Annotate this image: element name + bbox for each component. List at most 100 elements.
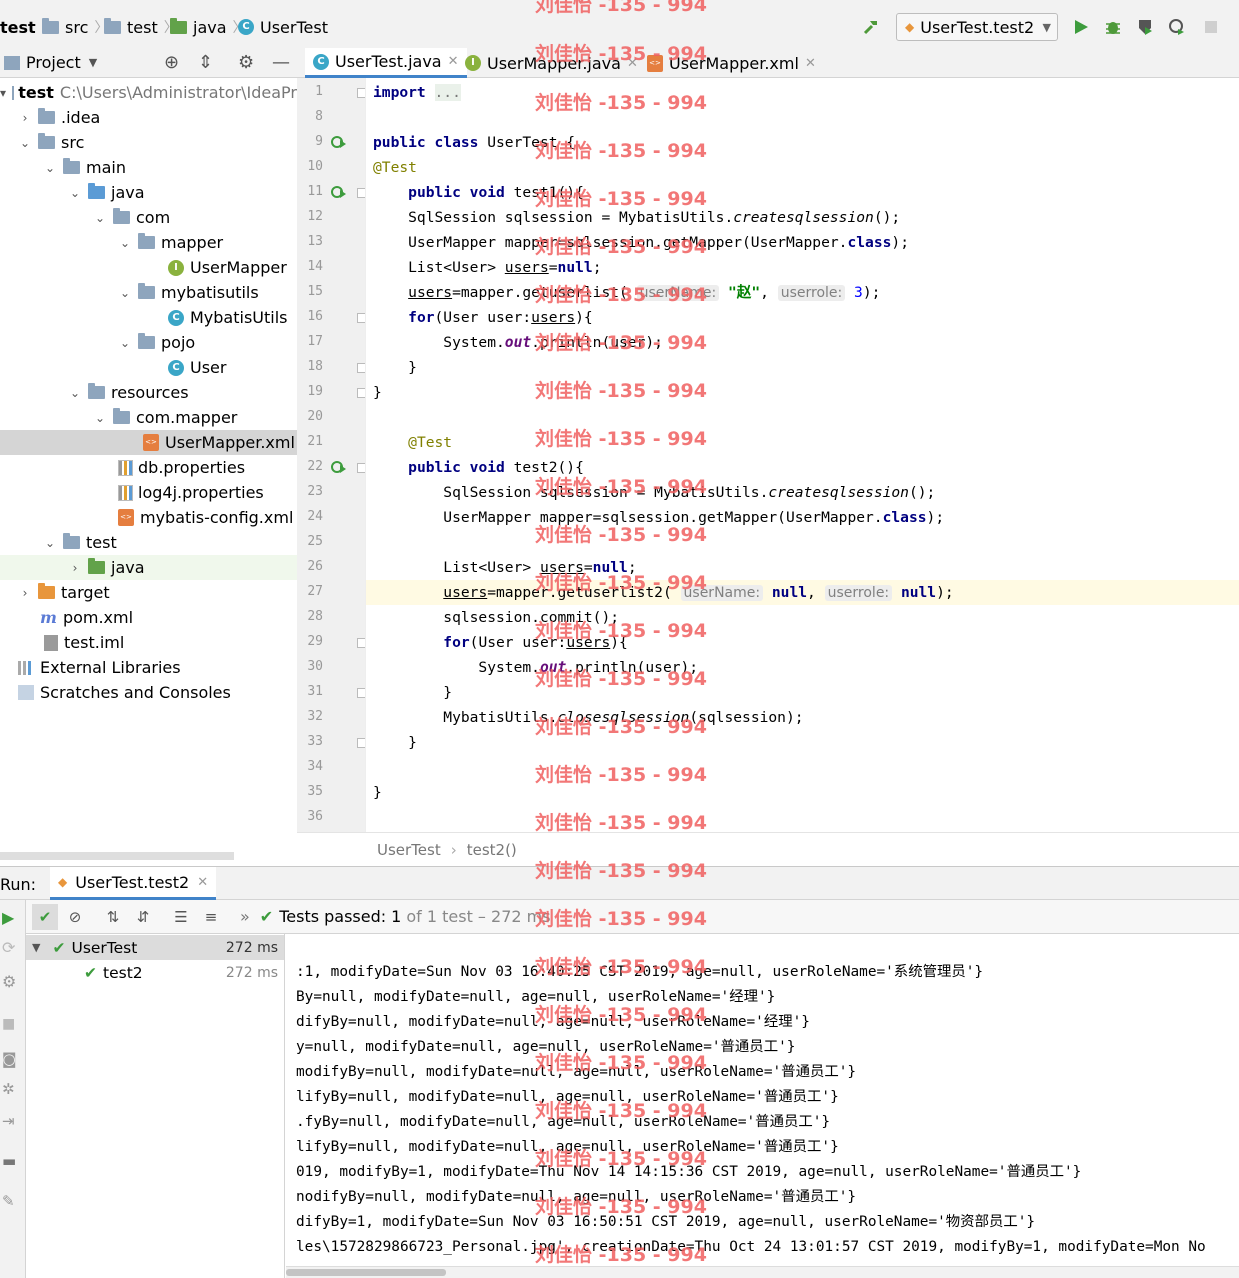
tree-item-db-properties[interactable]: db.properties	[0, 455, 297, 480]
folder-icon	[38, 133, 55, 149]
tree-item-test[interactable]: ⌄ test	[0, 530, 297, 555]
stop-icon[interactable]: ■	[2, 1016, 15, 1032]
tab-usermapper-xml[interactable]: <> UserMapper.xml ✕	[639, 48, 824, 78]
tree-item-pojo[interactable]: ⌄ pojo	[0, 330, 297, 355]
run-configuration-select[interactable]: ◆ UserTest.test2 ▼	[896, 13, 1058, 41]
settings-icon[interactable]: ✲	[2, 1080, 15, 1098]
more-icon[interactable]: »	[240, 907, 250, 926]
run-tab[interactable]: ◆ UserTest.test2 ✕	[50, 867, 217, 900]
tab-usermapper-java[interactable]: I UserMapper.java ✕	[457, 48, 646, 78]
toggle-auto-test-icon[interactable]: ⚙	[2, 972, 16, 991]
class-icon: C	[238, 19, 254, 35]
close-icon[interactable]: ✕	[197, 875, 208, 890]
show-passed-icon[interactable]: ✔	[32, 903, 58, 930]
scrollbar-thumb[interactable]	[286, 1269, 446, 1276]
line-number: 17	[307, 334, 323, 349]
close-icon[interactable]: ✕	[805, 56, 816, 71]
expand-all-icon[interactable]: ☰	[168, 904, 194, 930]
export-icon[interactable]: ⇥	[2, 1112, 15, 1130]
sort-by-duration-icon[interactable]: ⇵	[130, 904, 156, 930]
tab-label: UserTest.java	[335, 52, 442, 71]
build-hammer-icon[interactable]	[862, 18, 880, 36]
breadcrumb-method[interactable]: test2()	[467, 841, 517, 859]
horizontal-scrollbar[interactable]	[286, 1266, 1239, 1278]
collapse-all-icon[interactable]: ⇕	[198, 52, 213, 73]
tree-item-idea[interactable]: › .idea	[0, 105, 297, 130]
tab-usertest-java[interactable]: C UserTest.java ✕	[305, 48, 467, 78]
run-test-icon[interactable]	[331, 134, 347, 150]
tree-item-label: java	[111, 558, 145, 577]
tree-item-usermapper[interactable]: I UserMapper	[0, 255, 297, 280]
tree-item-test-java[interactable]: › java	[0, 555, 297, 580]
gear-icon[interactable]: ⚙	[238, 52, 254, 73]
rerun-icon[interactable]: ▶	[2, 908, 14, 927]
tree-item-resources[interactable]: ⌄ resources	[0, 380, 297, 405]
console-output[interactable]: :1, modifyDate=Sun Nov 03 16:40:25 CST 2…	[286, 934, 1239, 1278]
breadcrumb-usertest[interactable]: C UserTest	[238, 16, 328, 38]
collapse-all-icon[interactable]: ≡	[198, 904, 224, 930]
run-window-header: Run: ◆ UserTest.test2 ✕	[0, 866, 1239, 900]
code-line: System.out.println(user);	[373, 334, 663, 351]
tree-item-mybatisutils[interactable]: C MybatisUtils	[0, 305, 297, 330]
line-number: 30	[307, 659, 323, 674]
folded-imports[interactable]: ...	[434, 84, 461, 101]
libraries-icon	[18, 660, 34, 675]
tree-item-label: com.mapper	[136, 408, 238, 427]
run-icon[interactable]	[1072, 18, 1090, 36]
debug-icon[interactable]	[1104, 18, 1122, 36]
package-icon	[138, 233, 155, 249]
rerun-failed-icon[interactable]: ⟳	[2, 938, 15, 957]
profile-icon[interactable]	[1168, 18, 1186, 36]
code-editor[interactable]: import ... public class UserTest { @Test…	[365, 78, 1239, 832]
hide-icon[interactable]: —	[272, 52, 290, 73]
tree-item-com[interactable]: ⌄ com	[0, 205, 297, 230]
tree-item-external-libraries[interactable]: External Libraries	[0, 655, 297, 680]
project-panel-title[interactable]: Project	[26, 53, 81, 72]
code-line: }	[373, 359, 417, 376]
tree-item-user[interactable]: C User	[0, 355, 297, 380]
tree-item-iml[interactable]: test.iml	[0, 630, 297, 655]
code-line: import ...	[373, 80, 461, 105]
test-suite-row[interactable]: ▼ ✔ UserTest 272 ms	[26, 935, 284, 960]
tree-item-com-mapper[interactable]: ⌄ com.mapper	[0, 405, 297, 430]
line-number: 1	[315, 84, 323, 99]
show-ignored-icon[interactable]: ⊘	[62, 904, 88, 930]
pin-icon[interactable]: ✎	[2, 1192, 15, 1210]
tree-item-scratches[interactable]: Scratches and Consoles	[0, 680, 297, 705]
chevron-down-icon[interactable]: ▼	[89, 56, 97, 69]
code-line: public class UserTest {	[373, 134, 576, 151]
tree-item-mapper[interactable]: ⌄ mapper	[0, 230, 297, 255]
test-case-row[interactable]: ✔ test2 272 ms	[26, 960, 284, 985]
tree-item-main[interactable]: ⌄ main	[0, 155, 297, 180]
tree-item-module[interactable]: ▾ test C:\Users\Administrator\IdeaPr	[0, 80, 297, 105]
tree-item-target[interactable]: › target	[0, 580, 297, 605]
breadcrumb-class[interactable]: UserTest	[377, 841, 441, 859]
tab-label: UserMapper.java	[487, 53, 621, 73]
tree-item-mybatisutils-pkg[interactable]: ⌄ mybatisutils	[0, 280, 297, 305]
layout-icon[interactable]: ▬	[2, 1152, 16, 1170]
sort-alphabetically-icon[interactable]: ⇅	[100, 904, 126, 930]
tree-item-log4j-properties[interactable]: log4j.properties	[0, 480, 297, 505]
tree-item-java[interactable]: ⌄ java	[0, 180, 297, 205]
tree-item-label: Scratches and Consoles	[40, 683, 231, 702]
interface-icon: I	[465, 55, 481, 71]
tree-item-usermapper-xml[interactable]: <> UserMapper.xml	[0, 430, 297, 455]
tree-item-src[interactable]: ⌄ src	[0, 130, 297, 155]
code-line: @Test	[373, 159, 417, 176]
console-line: By=null, modifyDate=null, age=null, user…	[296, 989, 776, 1005]
run-test-icon[interactable]	[331, 184, 347, 200]
run-test-icon[interactable]	[331, 459, 347, 475]
stop-icon[interactable]	[1202, 18, 1220, 36]
coverage-icon[interactable]	[1136, 18, 1154, 36]
test-folder-icon	[88, 558, 105, 574]
code-line: SqlSession sqlsession = MybatisUtils.cre…	[373, 484, 936, 501]
tree-item-pom[interactable]: m pom.xml	[0, 605, 297, 630]
interface-icon: I	[168, 259, 184, 276]
horizontal-scrollbar[interactable]	[0, 852, 234, 860]
tree-item-mybatis-config[interactable]: <> mybatis-config.xml	[0, 505, 297, 530]
locate-icon[interactable]: ⊕	[164, 52, 179, 73]
folder-icon	[63, 158, 80, 174]
camera-icon[interactable]: ◙	[2, 1050, 17, 1068]
close-icon[interactable]: ✕	[627, 56, 638, 71]
code-line: users=mapper.getuserlist( userName: "赵",…	[408, 284, 881, 301]
